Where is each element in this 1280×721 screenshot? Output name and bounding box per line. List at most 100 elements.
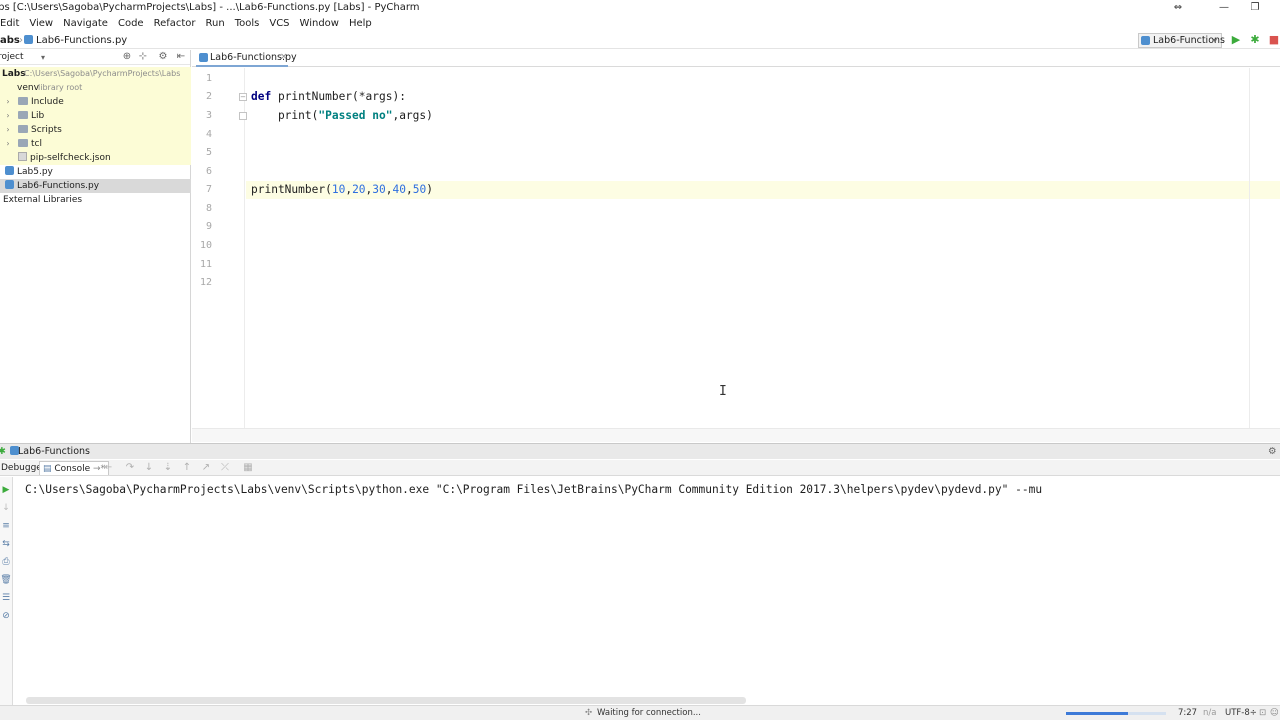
tree-label: tcl: [31, 139, 42, 149]
step-over-icon[interactable]: ↷: [124, 462, 136, 474]
menu-window[interactable]: Window: [295, 16, 344, 32]
file-encoding[interactable]: UTF-8÷: [1225, 706, 1257, 721]
project-panel-header: roject ▾ ⊕ ⊹ ⚙ ⇤: [0, 50, 190, 65]
evaluate-expression-icon[interactable]: ⤫: [219, 462, 231, 474]
gear-icon[interactable]: ⚙: [1268, 444, 1277, 460]
menu-edit[interactable]: Edit: [0, 16, 24, 32]
soft-wrap-icon[interactable]: ≡: [0, 520, 12, 532]
print-args: ,args): [392, 109, 433, 122]
project-view-label[interactable]: roject: [0, 50, 24, 65]
tree-item-tcl[interactable]: › tcl: [0, 137, 191, 151]
tree-label: Include: [31, 97, 64, 107]
tree-item-pip-selfcheck[interactable]: pip-selfcheck.json: [0, 151, 191, 165]
line-number: 1: [205, 73, 212, 84]
tree-item-root[interactable]: Labs C:\Users\Sagoba\PycharmProjects\Lab…: [0, 67, 191, 81]
folder-icon: [18, 97, 28, 105]
python-file-icon: [5, 166, 14, 175]
menu-run[interactable]: Run: [201, 16, 230, 32]
tree-venv-note: library root: [38, 83, 83, 92]
step-out-icon[interactable]: ↑: [181, 462, 193, 474]
inspector-icon[interactable]: ☺: [1270, 706, 1279, 721]
tab-console[interactable]: ▤ Console →*: [39, 461, 110, 475]
pin-icon[interactable]: ⊘: [0, 610, 12, 622]
caret-position[interactable]: 7:27: [1178, 706, 1197, 721]
settings-icon[interactable]: ☰: [0, 592, 12, 604]
resize-icon[interactable]: ⇔: [1163, 0, 1193, 16]
tree-item-scripts[interactable]: › Scripts: [0, 123, 191, 137]
menu-view[interactable]: View: [24, 16, 58, 32]
scroll-to-end-icon[interactable]: ⇆: [0, 538, 12, 550]
minimize-icon[interactable]: —: [1209, 0, 1239, 16]
tree-label: Lab5.py: [17, 167, 53, 177]
json-file-icon: [18, 152, 27, 161]
restore-icon[interactable]: ❐: [1240, 0, 1270, 16]
run-to-cursor-icon[interactable]: ↗: [200, 462, 212, 474]
tree-item-venv[interactable]: venv library root: [0, 81, 191, 95]
number-literal: 50: [412, 183, 427, 196]
tree-item-lib[interactable]: › Lib: [0, 109, 191, 123]
code-line-3: print("Passed no",args): [251, 107, 433, 125]
step-into-icon[interactable]: ↓: [143, 462, 155, 474]
breadcrumb-project[interactable]: abs: [0, 32, 20, 49]
console-side-toolbar: ▶ ↓ ≡ ⇆ ⎙ 🗑 ☰ ⊘: [0, 477, 13, 705]
run-icon[interactable]: ▶: [1230, 34, 1242, 46]
console-output[interactable]: C:\Users\Sagoba\PycharmProjects\Labs\ven…: [14, 477, 1280, 697]
menu-navigate[interactable]: Navigate: [58, 16, 113, 32]
chevron-right-icon[interactable]: ›: [4, 123, 12, 137]
frames-icon[interactable]: ▦: [242, 462, 254, 474]
debug-icon[interactable]: ✱: [1249, 34, 1261, 46]
tree-item-include[interactable]: › Include: [0, 95, 191, 109]
console-horizontal-scrollbar[interactable]: [26, 697, 746, 704]
collapse-icon[interactable]: ⊹: [137, 51, 149, 63]
menu-refactor[interactable]: Refactor: [149, 16, 201, 32]
debug-window-title[interactable]: Lab6-Functions: [18, 444, 90, 460]
editor-horizontal-scrollbar[interactable]: [192, 428, 1280, 442]
fold-marker-icon[interactable]: −: [239, 93, 247, 101]
hide-panel-icon[interactable]: ⇤: [175, 51, 187, 63]
editor-tab-bar: Lab6-Functions.py ×: [192, 50, 1280, 67]
fold-end-icon[interactable]: [239, 112, 247, 120]
debug-icon: ✱: [0, 446, 6, 457]
tree-item-external-libraries[interactable]: External Libraries: [0, 193, 191, 207]
breadcrumb-file[interactable]: Lab6-Functions.py: [36, 32, 127, 49]
call-name: printNumber(: [251, 183, 332, 196]
print-icon[interactable]: ⎙: [0, 556, 12, 568]
console-icon: ▤: [43, 464, 52, 474]
folder-icon: [18, 139, 28, 147]
line-separator[interactable]: n/a: [1203, 706, 1216, 721]
chevron-right-icon[interactable]: ›: [4, 137, 12, 151]
pause-icon[interactable]: ↓: [0, 502, 12, 514]
show-execution-point-icon[interactable]: ⇤: [102, 462, 114, 474]
tree-label: pip-selfcheck.json: [30, 153, 111, 163]
tree-item-lab5[interactable]: Lab5.py: [0, 165, 191, 179]
clear-all-icon[interactable]: 🗑: [0, 574, 12, 586]
tree-root-label: Labs: [2, 69, 26, 79]
line-number: 6: [205, 166, 212, 177]
code-editor[interactable]: 1 2 3 4 5 6 7 8 9 10 11 12 − def printNu…: [192, 68, 1280, 428]
code-line-2: def printNumber(*args):: [251, 88, 406, 106]
menu-help[interactable]: Help: [344, 16, 377, 32]
menu-vcs[interactable]: VCS: [264, 16, 294, 32]
menu-tools[interactable]: Tools: [230, 16, 265, 32]
stop-icon[interactable]: ■: [1268, 34, 1280, 46]
line-number: 3: [205, 110, 212, 121]
progress-fill: [1066, 712, 1128, 715]
chevron-down-icon[interactable]: ▾: [41, 50, 45, 65]
gear-icon[interactable]: ⚙: [157, 51, 169, 63]
tree-label: External Libraries: [3, 195, 83, 205]
line-number: 8: [205, 203, 212, 214]
lock-icon[interactable]: ⊡: [1259, 706, 1266, 721]
chevron-right-icon[interactable]: ›: [4, 109, 12, 123]
step-into-my-code-icon[interactable]: ⇣: [162, 462, 174, 474]
chevron-right-icon[interactable]: ›: [4, 95, 12, 109]
close-icon[interactable]: ×: [280, 50, 288, 65]
function-signature: printNumber(*args):: [271, 90, 406, 103]
sync-icon[interactable]: ⊕: [121, 51, 133, 63]
menu-code[interactable]: Code: [113, 16, 149, 32]
line-number: 7: [205, 184, 212, 195]
tree-item-lab6-functions[interactable]: Lab6-Functions.py: [0, 179, 191, 193]
run-config-select[interactable]: Lab6-Functions ▾: [1138, 33, 1225, 48]
tab-lab6-functions[interactable]: Lab6-Functions.py ×: [196, 50, 297, 67]
console-line: C:\Users\Sagoba\PycharmProjects\Labs\ven…: [25, 483, 1043, 496]
rerun-icon[interactable]: ▶: [0, 484, 12, 496]
